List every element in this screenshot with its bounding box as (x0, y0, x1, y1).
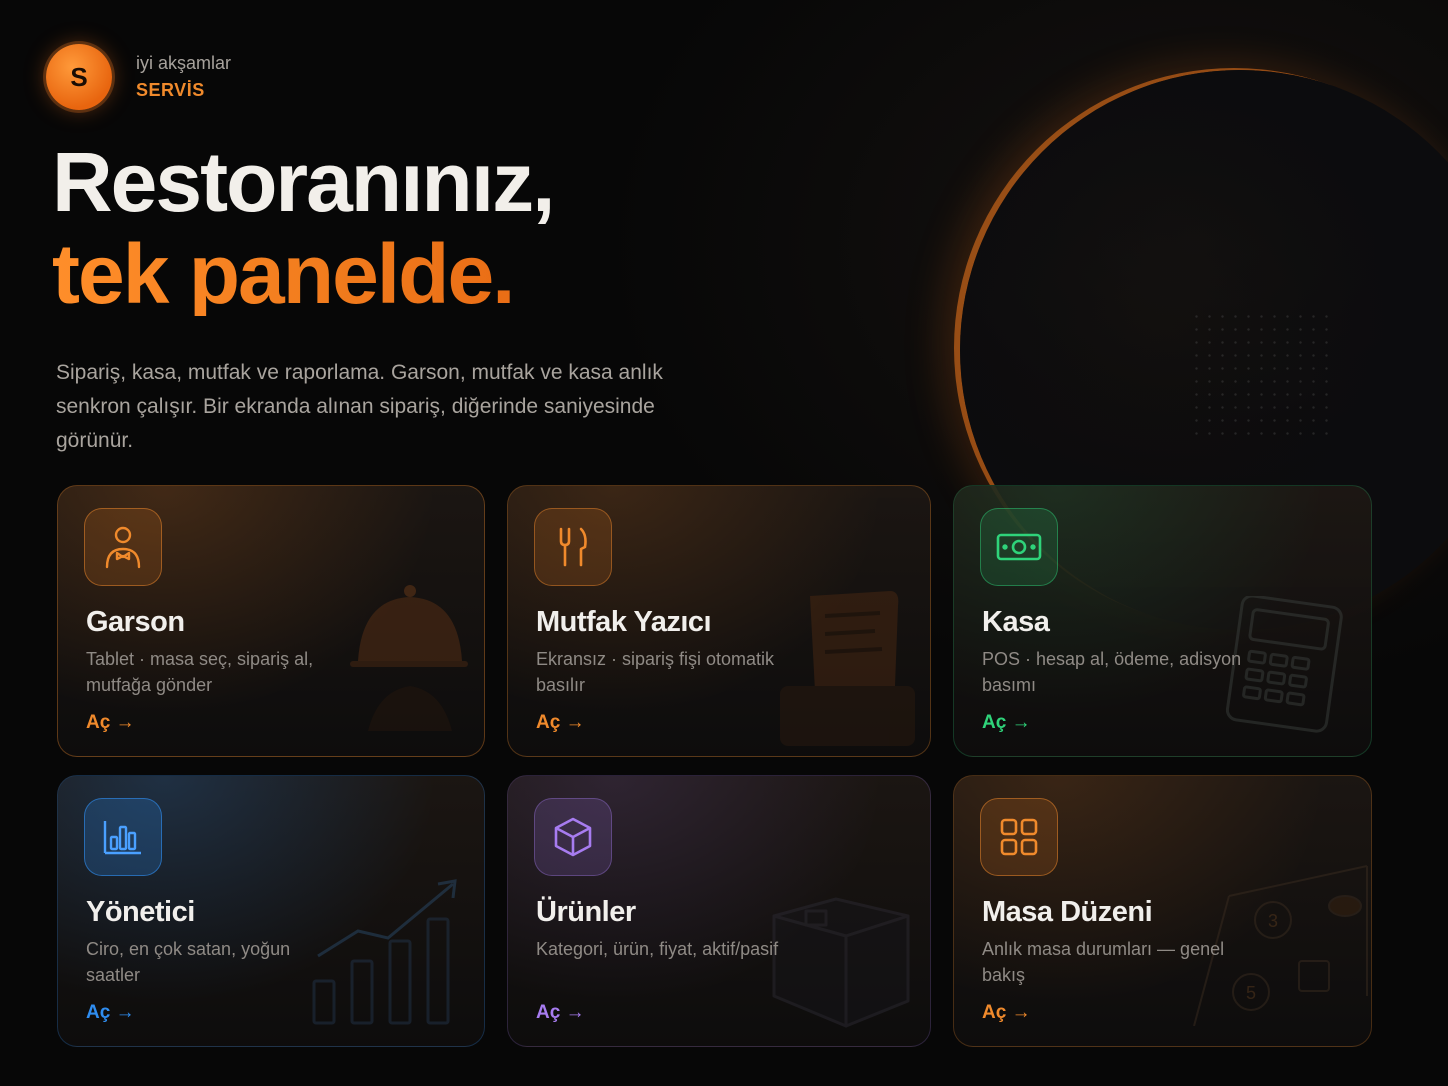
card-garson[interactable]: Garson Tablet · masa seç, sipariş al, mu… (57, 485, 485, 757)
card-title: Masa Düzeni (982, 896, 1153, 928)
card-title: Ürünler (536, 896, 636, 928)
bar-chart-icon (84, 798, 162, 876)
background-dots (1190, 310, 1330, 440)
open-link[interactable]: Aç → (86, 712, 135, 734)
card-subtitle: POS · hesap al, ödeme, adisyon basımı (982, 649, 1242, 695)
card-subtitle: Kategori, ürün, fiyat, aktif/pasif (536, 939, 779, 959)
table-number-3: 3 (1268, 911, 1278, 931)
open-link[interactable]: Aç → (982, 712, 1031, 734)
card-subtitle: Ciro, en çok satan, yoğun saatler (86, 939, 291, 985)
open-link[interactable]: Aç → (536, 712, 585, 734)
cash-icon (980, 508, 1058, 586)
table-number-5: 5 (1246, 983, 1256, 1003)
card-subtitle: Ekransız · sipariş fişi otomatik basılır (536, 649, 775, 695)
page-title: Restoranınız, tek panelde. (52, 135, 555, 316)
card-title: Yönetici (86, 896, 195, 928)
cloche-icon (350, 585, 468, 731)
card-mutfak-yazici[interactable]: Mutfak Yazıcı Ekransız · sipariş fişi ot… (507, 485, 931, 757)
greeting-text: iyi akşamlar (136, 53, 232, 73)
card-subtitle: Tablet · masa seç, sipariş al, mutfağa g… (86, 649, 314, 695)
waiter-icon (84, 508, 162, 586)
grid-icon (980, 798, 1058, 876)
header: S iyi akşamlar SERVİS (46, 44, 231, 110)
open-link[interactable]: Aç → (982, 1002, 1031, 1024)
title-line-1: Restoranınız, (52, 135, 555, 229)
brand-name: SERVİS (136, 80, 205, 100)
card-title: Kasa (982, 606, 1050, 638)
card-masa-duzeni[interactable]: 3 5 Masa Düzeni Anlık masa durumları — g… (953, 775, 1372, 1047)
card-subtitle: Anlık masa durumları — genel bakış (982, 939, 1225, 985)
avatar[interactable]: S (46, 44, 112, 110)
card-yonetici[interactable]: Yönetici Ciro, en çok satan, yoğun saatl… (57, 775, 485, 1047)
card-kasa[interactable]: Kasa POS · hesap al, ödeme, adisyon bası… (953, 485, 1372, 757)
greeting-block: iyi akşamlar SERVİS (136, 53, 231, 101)
open-link[interactable]: Aç → (536, 1002, 585, 1024)
card-title: Garson (86, 606, 185, 638)
title-line-2: tek panelde. (52, 232, 553, 316)
fork-knife-icon (534, 508, 612, 586)
page-description: Sipariş, kasa, mutfak ve raporlama. Gars… (56, 361, 663, 452)
box-icon (534, 798, 612, 876)
open-link[interactable]: Aç → (86, 1002, 135, 1024)
card-urunler[interactable]: Ürünler Kategori, ürün, fiyat, aktif/pas… (507, 775, 931, 1047)
card-title: Mutfak Yazıcı (536, 606, 712, 638)
